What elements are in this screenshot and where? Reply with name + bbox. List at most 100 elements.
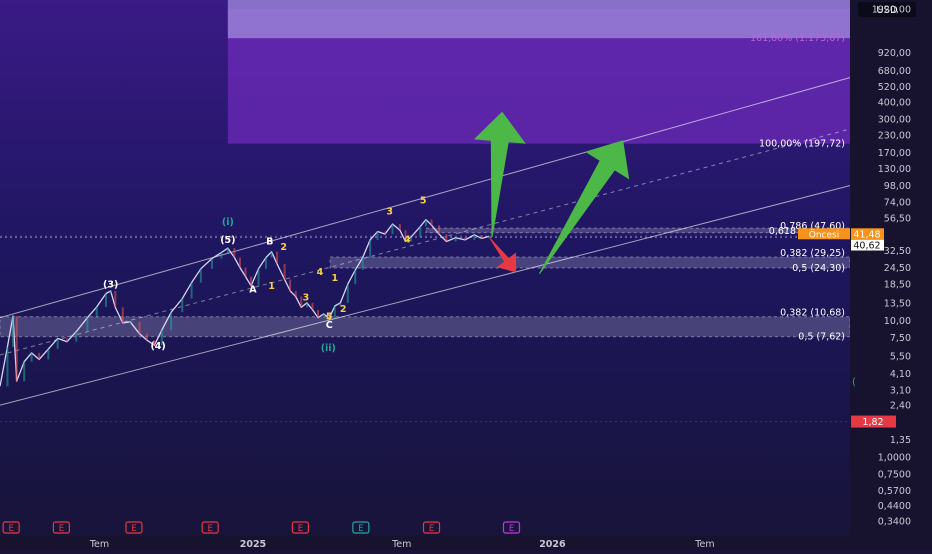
- axis-marker: (: [852, 377, 856, 388]
- y-tick-label: 32,50: [884, 246, 911, 257]
- x-tick-label: 2025: [240, 539, 266, 550]
- y-tick-label: 7,50: [890, 333, 911, 344]
- candle: [369, 239, 372, 258]
- candle: [145, 333, 148, 341]
- y-tick-label: 300,00: [878, 115, 911, 126]
- candle: [109, 290, 112, 294]
- candle: [488, 236, 491, 239]
- candle: [12, 316, 15, 348]
- candle: [294, 290, 297, 297]
- earnings-label: E: [509, 524, 514, 534]
- y-tick-label: 13,50: [884, 298, 911, 309]
- candle: [361, 257, 364, 270]
- price-badge-value: 41,48: [853, 229, 880, 240]
- candle: [15, 316, 18, 382]
- candle: [47, 348, 50, 360]
- candle: [473, 234, 476, 240]
- candle: [95, 306, 98, 318]
- candle: [211, 258, 214, 269]
- candle: [257, 268, 260, 286]
- candle: [376, 231, 379, 240]
- candle: [86, 317, 89, 332]
- candle: [30, 352, 33, 362]
- candle: [220, 252, 223, 259]
- time-axis: [0, 536, 932, 550]
- fib-label: 100,00% (197,72): [759, 139, 845, 150]
- price-chart[interactable]: (3)(4)(5)(i)ABC(ii)1234512345 161,80% (1…: [0, 0, 932, 550]
- wave-label: 2: [340, 304, 347, 315]
- candle: [264, 257, 267, 269]
- candle: [317, 309, 320, 318]
- y-tick-label: 1,35: [890, 435, 911, 446]
- x-tick-label: Tem: [694, 539, 714, 550]
- y-tick-label: 2,40: [890, 401, 911, 412]
- earnings-label: E: [131, 524, 136, 534]
- wave-label: 1: [331, 273, 338, 284]
- y-tick-label: 0,4400: [878, 501, 911, 512]
- candle: [129, 321, 132, 324]
- candle: [424, 219, 427, 227]
- earnings-label: E: [298, 524, 303, 534]
- chart-canvas[interactable]: (3) (4) (5) (i) A B C (ii) 1 2 3 4 5 1 2 3 4 5 161,80% (1…: [0, 0, 932, 550]
- candle: [454, 237, 457, 242]
- y-tick-label: 130,00: [878, 164, 911, 175]
- candle: [346, 284, 349, 303]
- y-tick-label: 230,00: [878, 130, 911, 141]
- candle: [419, 226, 422, 237]
- candle: [270, 251, 273, 258]
- fib-label: 0,618: [769, 226, 796, 237]
- candle: [65, 338, 68, 342]
- wave-label: (5): [220, 235, 235, 246]
- earnings-label: E: [358, 524, 363, 534]
- candle: [398, 224, 401, 231]
- candle: [276, 251, 279, 264]
- x-tick-label: 2026: [539, 539, 566, 550]
- candle: [226, 248, 229, 253]
- candle: [138, 321, 141, 334]
- candle: [56, 338, 59, 349]
- fib-label: 0,382 (29,25): [780, 248, 845, 259]
- wave-label: (i): [222, 217, 234, 228]
- y-tick-label: 4,10: [890, 369, 911, 380]
- candle: [238, 257, 241, 268]
- y-tick-label: 0,7500: [878, 470, 911, 481]
- y-tick-label: 1920,00: [872, 5, 911, 16]
- x-tick-label: Tem: [391, 539, 411, 550]
- wave-label: A: [249, 285, 257, 296]
- y-tick-label: 24,50: [884, 263, 911, 274]
- candle: [283, 263, 286, 280]
- wave-label: 5: [326, 311, 333, 322]
- candle: [199, 268, 202, 283]
- y-tick-label: 400,00: [878, 97, 911, 108]
- candle: [384, 231, 387, 235]
- candle: [181, 298, 184, 313]
- earnings-label: E: [207, 524, 212, 534]
- y-tick-label: 10,00: [884, 316, 911, 327]
- candle: [170, 312, 173, 331]
- candle: [23, 361, 26, 382]
- wave-label: 1: [268, 281, 275, 292]
- candle: [430, 219, 433, 226]
- candle: [322, 313, 325, 318]
- y-tick-label: 920,00: [878, 48, 911, 59]
- fib-label: 0,5 (7,62): [798, 332, 845, 343]
- wave-label: 3: [386, 206, 393, 217]
- y-tick-label: 3,10: [890, 386, 911, 397]
- candle: [233, 248, 236, 258]
- candle: [464, 237, 466, 240]
- wave-label: (4): [150, 341, 165, 352]
- pre-market-label: Öncesi: [809, 229, 839, 240]
- wave-label: 5: [420, 196, 427, 207]
- wave-label: 4: [404, 234, 411, 245]
- y-tick-label: 1,0000: [878, 453, 911, 464]
- wave-label: 3: [303, 293, 310, 304]
- y-tick-label: 5,50: [890, 352, 911, 363]
- y-tick-label: 74,00: [884, 197, 911, 208]
- fib-zone-lower: [0, 316, 851, 338]
- y-tick-label: 18,50: [884, 280, 911, 291]
- earnings-label: E: [429, 524, 434, 534]
- wave-label: 4: [317, 267, 324, 278]
- price-badge-value: 1,82: [862, 417, 883, 428]
- earnings-label: E: [59, 524, 64, 534]
- candle: [289, 279, 292, 291]
